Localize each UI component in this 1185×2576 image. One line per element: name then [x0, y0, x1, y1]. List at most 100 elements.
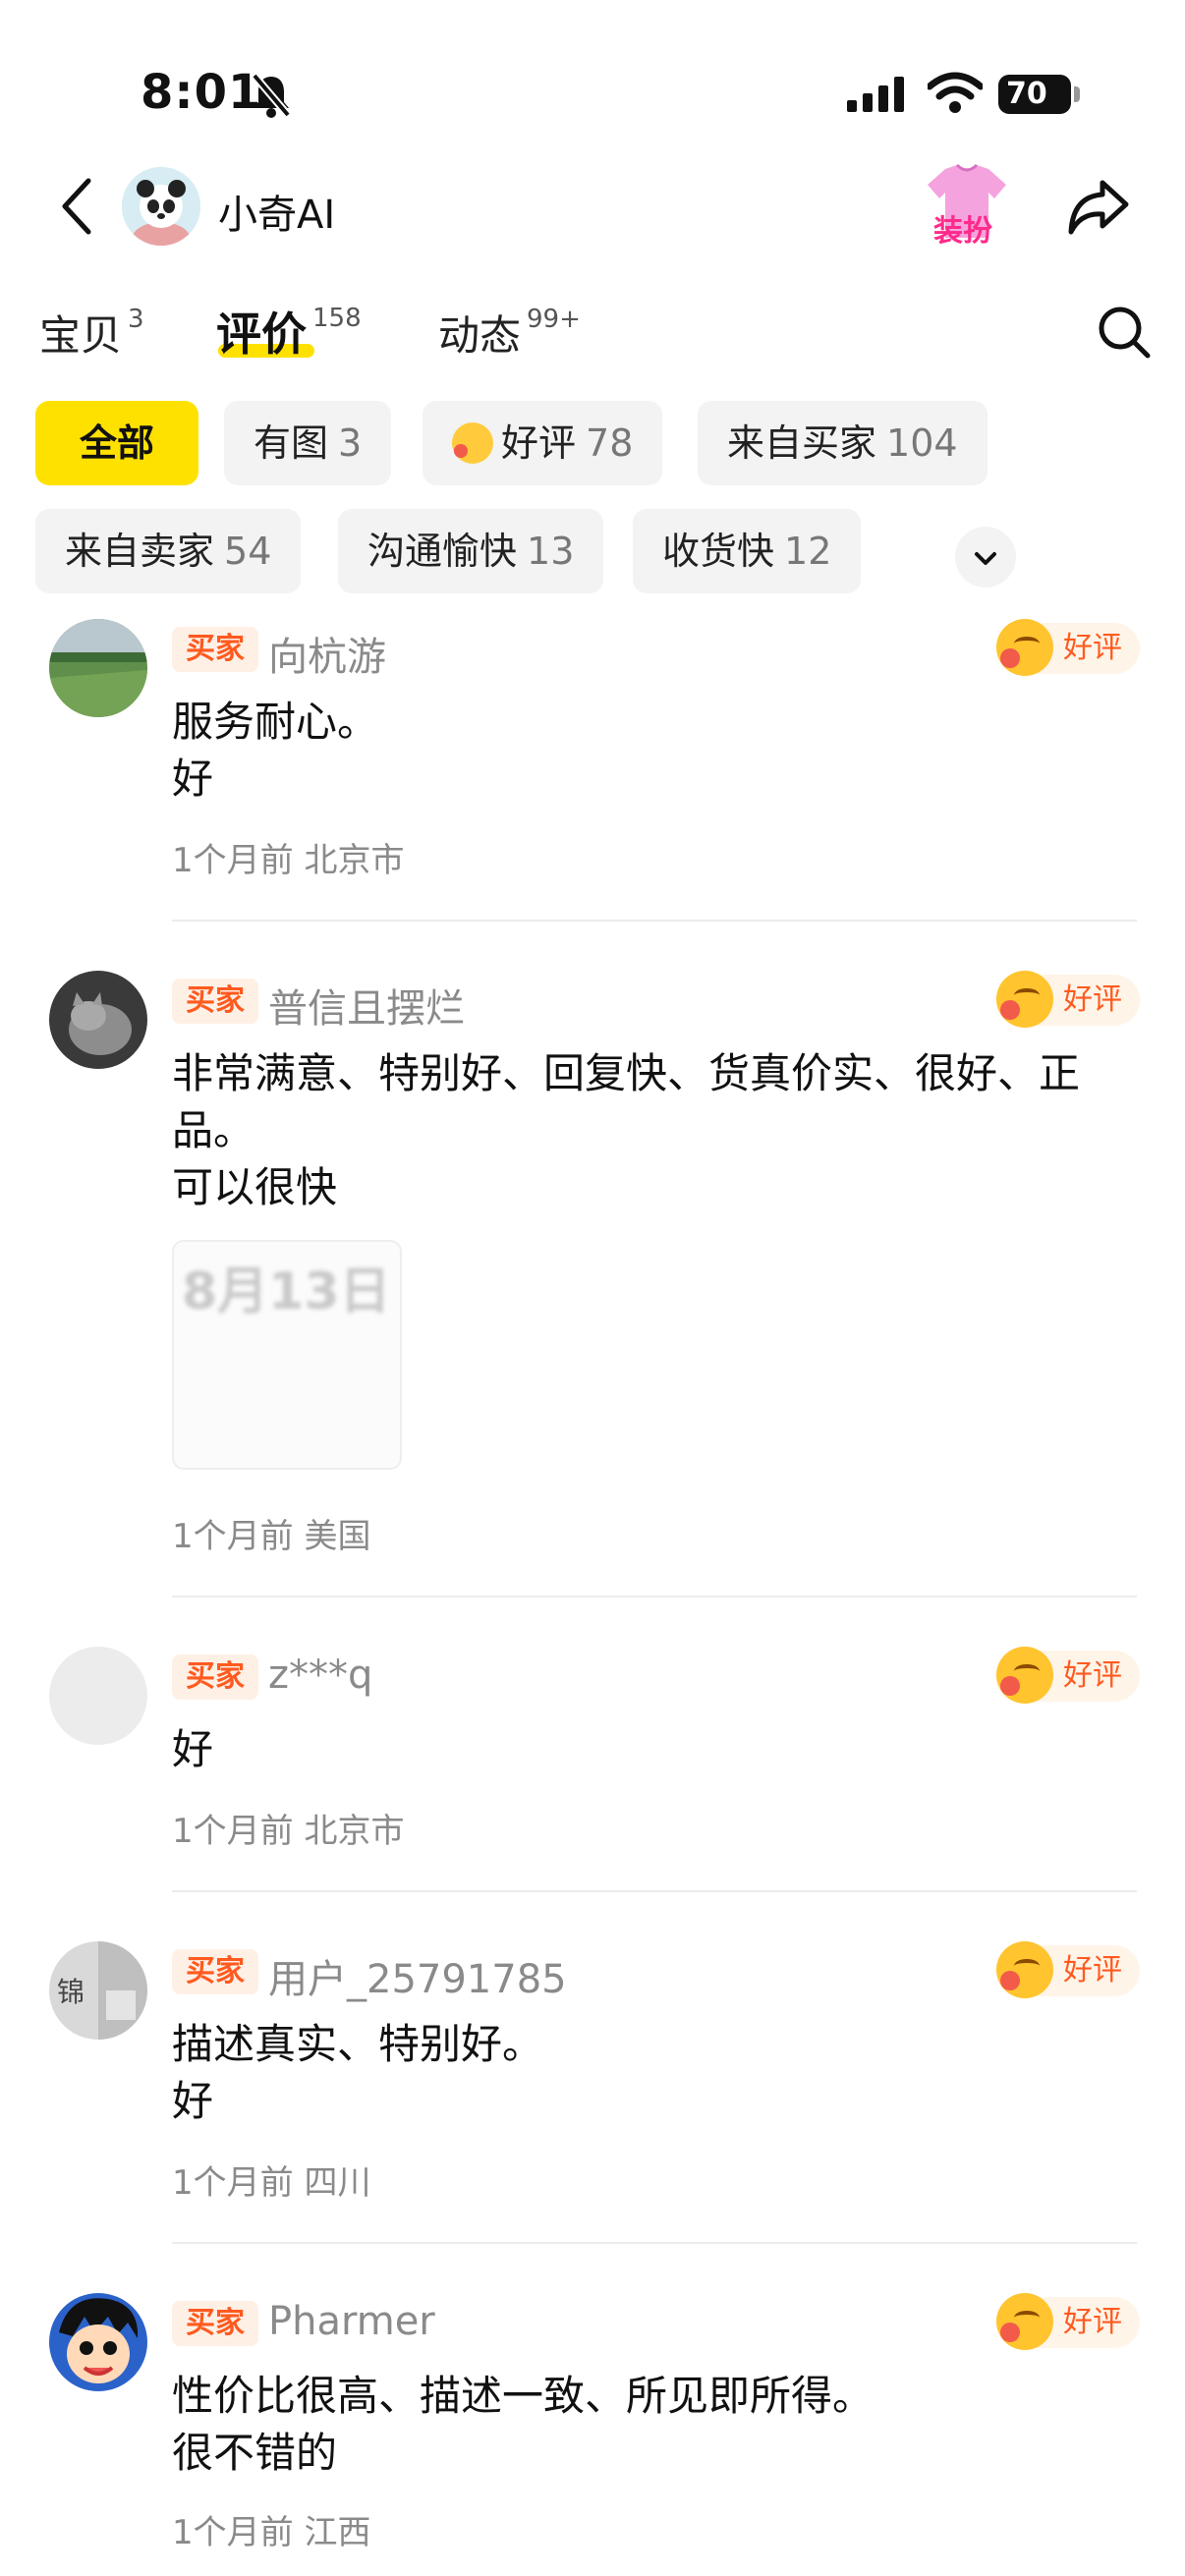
dress-up-label: 装扮 — [933, 214, 992, 249]
review-divider — [172, 1596, 1137, 1597]
bell-muted-icon — [251, 73, 292, 118]
smile-emoji-icon — [452, 422, 493, 464]
filter-label: 沟通愉快 — [367, 530, 518, 573]
filter-from-seller[interactable]: 来自卖家 54 — [35, 509, 302, 593]
review-time: 1个月前 — [172, 2163, 294, 2203]
tab-reviews[interactable]: 评价 158 — [216, 299, 362, 364]
status-time: 8:01 — [141, 65, 262, 120]
rating-label: 好评 — [1063, 1658, 1122, 1693]
positive-rating-tag: 好评 — [996, 619, 1140, 676]
filter-count: 78 — [586, 421, 634, 465]
share-icon[interactable] — [1067, 177, 1130, 236]
tab-activity-label: 动态 — [438, 311, 522, 360]
review-time: 1个月前 — [172, 841, 294, 880]
shop-avatar[interactable] — [122, 167, 200, 246]
filter-from-buyer[interactable]: 来自买家 104 — [698, 401, 988, 485]
review-line: 好 — [172, 2077, 214, 2125]
reviewer-name[interactable]: Pharmer — [268, 2299, 435, 2344]
review-content: 好 — [172, 1721, 213, 1778]
filter-label: 来自卖家 — [65, 530, 215, 573]
tab-activity[interactable]: 动态 99+ — [438, 303, 581, 363]
back-arrow-icon[interactable] — [59, 177, 94, 236]
review-line: 品。 — [172, 1106, 255, 1154]
filter-count: 12 — [784, 530, 832, 573]
positive-rating-tag: 好评 — [996, 1647, 1140, 1704]
filter-count: 13 — [527, 530, 575, 573]
battery-tip — [1074, 86, 1080, 102]
battery-level: 70 — [998, 75, 1071, 114]
review-line: 描述真实、特别好。 — [172, 2020, 544, 2068]
review-line: 性价比很高、描述一致、所见即所得。 — [172, 2372, 875, 2420]
filter-fast-delivery[interactable]: 收货快 12 — [633, 509, 862, 593]
rating-label: 好评 — [1063, 2305, 1122, 2339]
expand-filters-button[interactable] — [955, 527, 1016, 588]
shop-name: 小奇AI — [218, 193, 336, 238]
reviewer-avatar[interactable] — [49, 2293, 147, 2391]
chevron-down-icon — [975, 552, 996, 565]
buyer-badge: 买家 — [172, 1949, 258, 1994]
rating-label: 好评 — [1063, 982, 1122, 1017]
review-location: 四川 — [304, 2163, 371, 2203]
reviewer-avatar[interactable]: 锦 — [49, 1941, 147, 2040]
smile-emoji-icon — [996, 2293, 1053, 2350]
tab-activity-count: 99+ — [527, 305, 581, 334]
filter-count: 104 — [886, 421, 958, 465]
review-meta: 1个月前 江西 — [172, 2505, 370, 2553]
tab-products[interactable]: 宝贝 3 — [39, 303, 144, 363]
reviewer-name[interactable]: z***q — [268, 1652, 372, 1698]
rating-label: 好评 — [1063, 631, 1122, 665]
review-content: 性价比很高、描述一致、所见即所得。 很不错的 — [172, 2368, 874, 2482]
review-content: 非常满意、特别好、回复快、货真价实、很好、正 品。 可以很快 — [172, 1045, 1080, 1216]
filter-all[interactable]: 全部 — [35, 401, 198, 485]
search-icon[interactable] — [1097, 305, 1152, 360]
review-line: 可以很快 — [172, 1163, 338, 1211]
buyer-badge: 买家 — [172, 1654, 258, 1700]
review-divider — [172, 1890, 1137, 1892]
review-line: 好 — [172, 755, 214, 803]
review-line: 很不错的 — [172, 2429, 338, 2477]
review-divider — [172, 920, 1137, 922]
positive-rating-tag: 好评 — [996, 971, 1140, 1028]
review-location: 美国 — [304, 1517, 371, 1556]
reviewer-avatar[interactable] — [49, 1647, 147, 1745]
wifi-icon — [928, 72, 983, 113]
review-content: 描述真实、特别好。 好 — [172, 2016, 543, 2130]
filter-count: 3 — [338, 421, 363, 465]
reviewer-avatar[interactable] — [49, 971, 147, 1069]
rating-label: 好评 — [1063, 1953, 1122, 1988]
review-meta: 1个月前 美国 — [172, 1509, 370, 1557]
filter-positive[interactable]: 好评 78 — [423, 401, 663, 485]
cellular-signal-icon — [847, 77, 904, 112]
reviewer-avatar[interactable] — [49, 619, 147, 717]
filter-all-label: 全部 — [79, 421, 154, 465]
review-time: 1个月前 — [172, 2513, 294, 2552]
reviewer-name[interactable]: 向杭游 — [268, 625, 386, 682]
avatar-glyph: 锦 — [57, 1976, 85, 2008]
filter-label: 好评 — [501, 421, 577, 465]
smile-emoji-icon — [996, 1647, 1053, 1704]
reviewer-name[interactable]: 普信且摆烂 — [268, 977, 465, 1034]
filter-with-photo[interactable]: 有图 3 — [224, 401, 392, 485]
filter-pleasant-communication[interactable]: 沟通愉快 13 — [338, 509, 604, 593]
review-time: 1个月前 — [172, 1517, 294, 1556]
review-photo[interactable]: 8月13日 — [172, 1240, 402, 1470]
review-line: 服务耐心。 — [172, 698, 379, 746]
panda-avatar-icon — [122, 167, 200, 246]
buyer-badge: 买家 — [172, 627, 258, 672]
cartoon-boy-avatar — [49, 2293, 147, 2391]
reviewer-name[interactable]: 用户_25791785 — [268, 1947, 567, 2004]
review-time: 1个月前 — [172, 1812, 294, 1851]
photo-blurred-text: 8月13日 — [182, 1262, 391, 1321]
review-line: 好 — [172, 1725, 214, 1773]
smile-emoji-icon — [996, 971, 1053, 1028]
review-location: 北京市 — [304, 1812, 405, 1851]
filter-label: 收货快 — [662, 530, 775, 573]
review-divider — [172, 2242, 1137, 2244]
review-meta: 1个月前 北京市 — [172, 833, 404, 881]
field-photo-avatar — [49, 619, 147, 717]
review-location: 北京市 — [304, 841, 405, 880]
review-content: 服务耐心。 好 — [172, 694, 378, 808]
review-meta: 1个月前 四川 — [172, 2156, 370, 2204]
filter-label: 来自买家 — [727, 421, 877, 465]
review-line: 非常满意、特别好、回复快、货真价实、很好、正 — [172, 1049, 1081, 1097]
